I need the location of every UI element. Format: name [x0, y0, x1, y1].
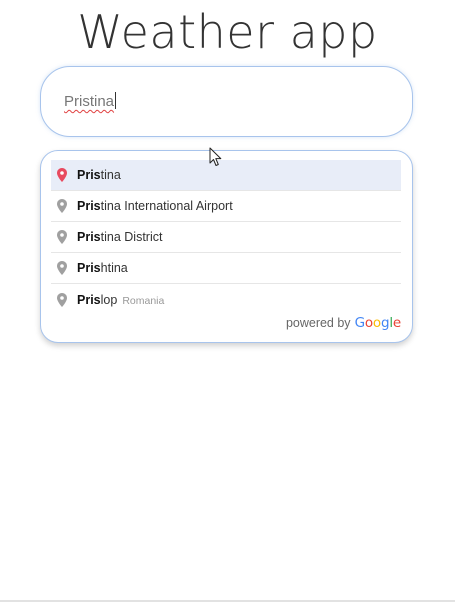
google-logo-letter: G: [354, 315, 365, 331]
suggestion-label: Prislop Romania: [77, 292, 165, 307]
suggestion-label: Pristina International Airport: [77, 199, 233, 213]
suggestion-label: Prishtina: [77, 261, 128, 275]
text-caret: [115, 92, 117, 109]
suggestion-item[interactable]: Prishtina: [51, 253, 401, 284]
google-logo-letter: o: [372, 315, 381, 331]
suggestion-item[interactable]: Prislop Romania: [51, 284, 401, 315]
autocomplete-dropdown: Pristina Pristina International Airport …: [40, 150, 413, 343]
suggestion-item[interactable]: Pristina International Airport: [51, 191, 401, 222]
map-pin-icon: [57, 261, 67, 275]
suggestion-item[interactable]: Pristina: [51, 160, 401, 191]
suggestion-label: Pristina: [77, 168, 121, 182]
google-logo: Google: [354, 315, 402, 331]
map-pin-icon: [57, 168, 67, 182]
google-logo-letter: o: [364, 315, 373, 331]
map-pin-icon: [57, 199, 67, 213]
suggestion-label: Pristina District: [77, 230, 163, 244]
app-title: Weather app: [77, 5, 378, 59]
suggestion-item[interactable]: Pristina District: [51, 222, 401, 253]
mouse-cursor-icon: [209, 147, 222, 166]
page: Weather app Pristina Pristina Pristina I…: [0, 0, 455, 602]
map-pin-icon: [57, 292, 67, 307]
google-logo-letter: e: [392, 315, 401, 331]
map-pin-icon: [57, 230, 67, 244]
search-box[interactable]: Pristina: [40, 66, 413, 137]
powered-by-text: powered by: [285, 316, 351, 330]
powered-by-google: powered by Google: [286, 315, 401, 331]
search-input[interactable]: Pristina: [64, 91, 364, 113]
search-input-text: Pristina: [64, 93, 115, 110]
suggestion-secondary-text: Romania: [122, 294, 165, 307]
